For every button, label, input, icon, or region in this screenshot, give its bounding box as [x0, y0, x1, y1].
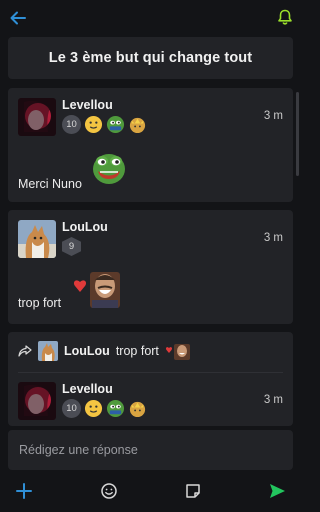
avatar[interactable]: [18, 220, 56, 258]
quote-avatar: [38, 341, 58, 361]
quoted-post[interactable]: LouLou trop fort: [18, 340, 191, 362]
post-text: trop fort: [18, 296, 62, 310]
smiley-badge-icon: [84, 399, 103, 418]
post-card[interactable]: Levellou 3 m 10 Merci Nuno: [8, 88, 293, 202]
post-text: Merci Nuno: [18, 177, 82, 191]
laughing-man-sticker-small-icon: [165, 344, 190, 360]
smiley-badge-icon: [84, 115, 103, 134]
avatar[interactable]: [18, 382, 56, 420]
quote-text: trop fort: [115, 344, 159, 358]
pepe-badge-icon: [106, 115, 125, 134]
post-author[interactable]: LouLou: [62, 220, 108, 234]
badge-row: 9: [62, 237, 81, 256]
bell-icon[interactable]: [276, 8, 294, 26]
pepe-badge-icon: [106, 399, 125, 418]
top-bar: [0, 0, 301, 36]
thread-title: Le 3 ème but qui change tout: [48, 50, 253, 66]
level-badge: 9: [62, 237, 81, 256]
plus-icon[interactable]: [15, 482, 33, 500]
reply-input[interactable]: [8, 430, 293, 470]
post-time: 3 m: [263, 232, 283, 244]
badge-row: 10: [62, 115, 147, 134]
quote-author[interactable]: LouLou: [64, 344, 110, 358]
reply-share-icon: [18, 345, 32, 357]
thread-title-card: Le 3 ème but qui change tout: [8, 37, 293, 79]
avatar-levellou-image: [18, 98, 56, 136]
laughing-man-sticker-icon: [73, 272, 120, 308]
level-badge: 10: [62, 399, 81, 418]
avatar[interactable]: [18, 98, 56, 136]
bottom-toolbar: [0, 474, 301, 506]
back-arrow-icon[interactable]: [9, 9, 27, 27]
divider: [18, 372, 283, 373]
post-time: 3 m: [263, 110, 283, 122]
king-badge-icon: [129, 401, 146, 418]
post-card[interactable]: LouLou 3 m 9 trop fort: [8, 210, 293, 324]
send-icon[interactable]: [268, 482, 286, 500]
king-badge-icon: [129, 117, 146, 134]
avatar-loulou-image: [18, 220, 56, 258]
scrollbar[interactable]: [296, 92, 299, 176]
level-badge: 10: [62, 115, 81, 134]
emoji-icon[interactable]: [100, 482, 118, 500]
badge-row: 10: [62, 399, 147, 418]
avatar-levellou-image: [18, 382, 56, 420]
note-icon[interactable]: [184, 482, 202, 500]
post-time: 3 m: [263, 394, 283, 406]
post-author[interactable]: Levellou: [62, 382, 113, 396]
post-author[interactable]: Levellou: [62, 98, 113, 112]
pepe-sticker-icon: [93, 154, 125, 184]
